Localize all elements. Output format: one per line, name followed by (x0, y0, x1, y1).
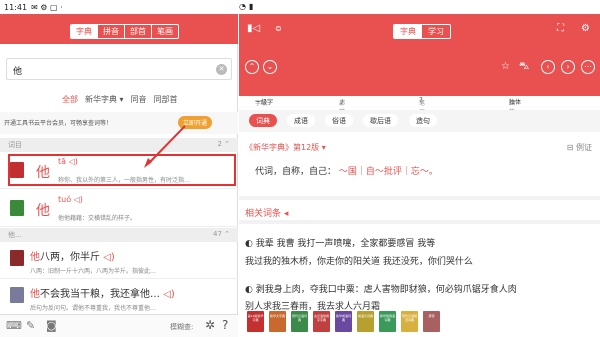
dictionary-book-icon (10, 200, 24, 216)
fuzzy-label: 模糊查: (170, 323, 194, 331)
more-icon[interactable]: ⋯ (581, 60, 595, 74)
search-input[interactable]: 他 ✕ (6, 58, 232, 80)
meaning-links[interactable]: ～国｜自～批评｜忘～。 (339, 167, 438, 177)
book-cover[interactable]: 现代汉语规范词典 (401, 311, 418, 332)
related-line[interactable]: ◐ 剥我身上肉，夺我口中粟：虐人害物即豺狼，何必钩爪锯牙食人肉 (245, 282, 517, 295)
section-count: 2 ⌃ (217, 140, 230, 148)
annotation-arrow (144, 125, 186, 168)
related-heading: 相关词条 ◂ (245, 209, 289, 219)
search-value: 他 (13, 67, 23, 77)
entry-pinyin: tuó ◁) (58, 195, 83, 204)
book-cover[interactable]: 成语大词典 (357, 311, 374, 332)
expand-down-icon[interactable]: ⌄ (263, 60, 277, 74)
book-cover[interactable]: 现代汉语词典 (291, 311, 308, 332)
tab-study[interactable]: 学习 (422, 25, 450, 38)
status-icons: ✉ ⚙ ▢ · (31, 2, 63, 12)
list-item[interactable]: 他不会我当干粮，我还拿他… ◁) 后句为反问句。谓他不尊重我，我也不尊重他… (0, 279, 238, 316)
detail-header: ▮◁ ⊜ 字典 学习 ⛶ ⚙ ⌃ ⌄ ☆ ⛍ ‹ › ⋯ (239, 14, 600, 104)
detail-pane: ▮◁ ⊜ 字典 学习 ⛶ ⚙ ⌃ ⌄ ☆ ⛍ ‹ › ⋯ 字级: 一级字 部首:… (239, 14, 600, 337)
status-bar: 11:41 ✉ ⚙ ▢ · ◔ ▮ (0, 0, 600, 325)
dictionary-book-icon (10, 250, 24, 266)
zixing-info: 字级: 一级字 (255, 99, 274, 107)
chip-chengyu[interactable]: 成语 (287, 114, 315, 127)
word-title: 他不会我当干粮，我还拿他… ◁) (30, 289, 175, 300)
filter-dict[interactable]: 新华字典 ▾ (85, 94, 124, 105)
search-header: 字典 拼音 部首 笔画 (0, 14, 238, 44)
search-pane: 字典 拼音 部首 笔画 他 ✕ 全部 新华字典 ▾ 同音 同部首 开通工具书云平… (0, 14, 238, 337)
book-cover[interactable]: 新华成语词典 (335, 311, 352, 332)
related-line[interactable]: ◐ 我辈 我曹 我打一声喷嚏，全家都要感冒 我等 (245, 236, 435, 249)
highlight-box (8, 154, 236, 186)
search-footer: ⌨ ✎ ◙ 模糊查: ✲ ? (0, 314, 238, 337)
tab-bihua[interactable]: 笔画 (152, 25, 178, 38)
search-mode-tabs: 字典 拼音 部首 笔画 (70, 24, 179, 39)
dictionary-shelf: 第12版新华字典 新华大字典 现代汉语词典 古汉语常用字字典 新华成语词典 成语… (239, 310, 600, 337)
back-circle-icon[interactable]: ⊜ (275, 24, 282, 33)
wildcard-icon[interactable]: ✲ (205, 318, 215, 332)
scan-icon[interactable]: ⛶ (557, 23, 564, 34)
list-item[interactable]: 他 tuó ◁) 他他藉藉：交横错乱的样子。 (0, 190, 238, 227)
word-def: 八两：旧制一斤十六两，八两为半斤。指彼此… (30, 268, 157, 275)
cart-icon[interactable]: ⛍ (519, 61, 529, 74)
tab-pinyin[interactable]: 拼音 (98, 25, 125, 38)
chip-suyu[interactable]: 俗语 (325, 114, 353, 127)
section-header-words[interactable]: 他… 47 ⌃ (0, 228, 238, 242)
detail-tabs: 字典 学习 (393, 24, 451, 39)
bookmark-icon[interactable]: ☆ (501, 61, 510, 72)
filter-all[interactable]: 全部 (62, 94, 78, 105)
sidebar-toggle-icon[interactable]: ▮◁ (247, 23, 260, 34)
speaker-icon[interactable]: ◁) (74, 195, 83, 204)
section-count: 47 ⌃ (213, 230, 230, 238)
book-cover[interactable]: 第12版新华字典 (247, 311, 264, 332)
bihua-info: 笔画: 7 (419, 97, 427, 116)
speaker-icon[interactable]: ◁) (103, 252, 115, 263)
jiegou-info: 结构: 独体 (509, 99, 522, 116)
example-toggle[interactable]: ⊟ 例证 (567, 142, 592, 153)
tab-zidian[interactable]: 字典 (71, 25, 98, 38)
speaker-icon[interactable]: ◁) (163, 289, 175, 300)
entry-char: 他 (36, 203, 50, 219)
settings-icon[interactable]: ⚙ (581, 23, 590, 34)
book-cover[interactable]: 新华惯用语词典 (379, 311, 396, 332)
keyboard-icon[interactable]: ⌨ (6, 319, 22, 332)
filter-radical[interactable]: 同部首 (154, 94, 178, 105)
clear-icon[interactable]: ✕ (216, 64, 227, 75)
tab-dictionary[interactable]: 字典 (394, 25, 422, 38)
help-icon[interactable]: ? (222, 318, 228, 332)
next-icon[interactable]: › (561, 60, 575, 74)
divider (239, 196, 600, 200)
bushou-info: 部首: 丿 (339, 99, 347, 116)
promo-banner: 开通工具书云平台会员，可畅享查词等！ 立即开通 (0, 112, 238, 134)
word-def: 后句为反问句。谓他不尊重我，我也不尊重他… (30, 305, 157, 312)
section-label: 词目 (8, 141, 22, 149)
meaning-text: 代词，自称，自己： ～国｜自～批评｜忘～。 (255, 167, 438, 177)
book-cover[interactable]: 古汉语常用字字典 (313, 311, 330, 332)
filter-bar: 全部 新华字典 ▾ 同音 同部首 (62, 94, 178, 105)
tab-bushou[interactable]: 部首 (125, 25, 152, 38)
dict-source-select[interactable]: 《新华字典》第12版 ▾ (245, 142, 326, 153)
dictionary-book-icon (10, 287, 24, 303)
divider (239, 220, 600, 224)
book-cover[interactable]: 辞源 (423, 311, 440, 332)
promo-text: 开通工具书云平台会员，可畅享查词等！ (4, 120, 113, 127)
camera-icon[interactable]: ◙ (46, 319, 57, 332)
filter-homophone[interactable]: 同音 (131, 94, 147, 105)
section-header-ci[interactable]: 词目 2 ⌃ (0, 138, 238, 152)
collapse-up-icon[interactable]: ⌃ (245, 60, 259, 74)
status-time: 11:41 (4, 2, 28, 12)
entry-def: 他他藉藉：交横错乱的样子。 (58, 215, 137, 222)
chip-zaoju[interactable]: 造句 (409, 114, 437, 127)
char-info-row: 字级: 一级字 部首: 丿 笔画: 7 结构: 独体 (239, 96, 600, 116)
prev-icon[interactable]: ‹ (541, 60, 555, 74)
chip-cidian[interactable]: 词典 (249, 114, 277, 127)
book-cover[interactable]: 新华大字典 (269, 311, 286, 332)
category-chips: 词典 成语 俗语 歇后语 造句 (239, 110, 600, 132)
section-label: 他… (8, 231, 22, 239)
related-line[interactable]: 我过我的独木桥，你走你的阳关道 我还没死，你们哭什么 (245, 254, 473, 267)
chip-xiehouyu[interactable]: 歇后语 (363, 114, 398, 127)
handwrite-icon[interactable]: ✎ (26, 319, 35, 332)
word-title: 他八两，你半斤 ◁) (30, 252, 115, 263)
list-item[interactable]: 他八两，你半斤 ◁) 八两：旧制一斤十六两，八两为半斤。指彼此… (0, 242, 238, 279)
